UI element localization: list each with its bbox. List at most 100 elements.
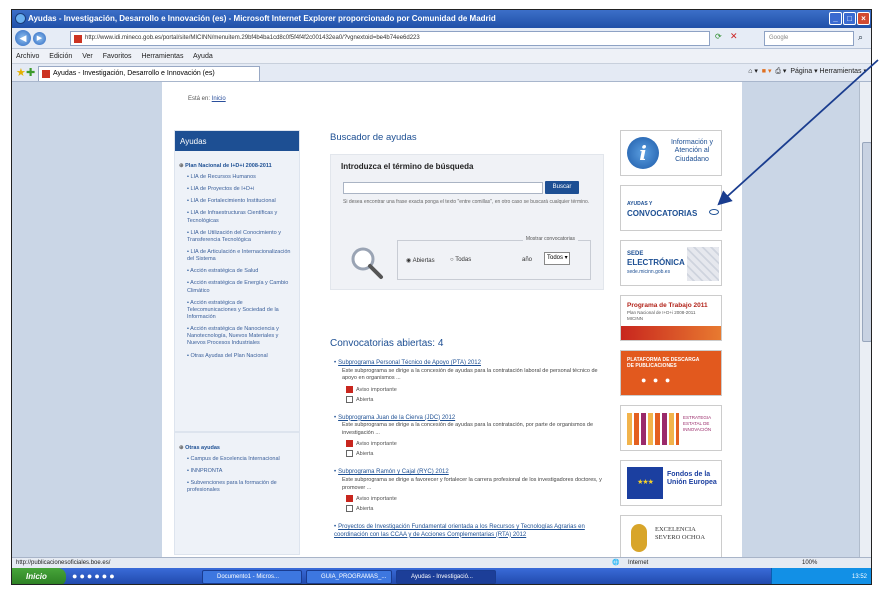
- banner-excelencia-text: EXCELENCIA SEVERO OCHOA: [655, 526, 706, 542]
- year-select[interactable]: Todos ▾: [544, 252, 570, 265]
- notice-icon: [346, 385, 353, 393]
- call-link[interactable]: Subprograma Personal Técnico de Apoyo (P…: [334, 360, 604, 368]
- menu-ayuda[interactable]: Ayuda: [193, 53, 213, 60]
- breadcrumb-home-link[interactable]: Inicio: [212, 96, 226, 102]
- call-link[interactable]: Subprograma Ramón y Cajal (RYC) 2012: [334, 469, 604, 477]
- tab-label: Ayudas - Investigación, Desarrollo e Inn…: [53, 70, 215, 77]
- banner-estrategia[interactable]: ESTRATEGIA ESTATAL DE INNOVACIÓN: [620, 405, 722, 451]
- start-button[interactable]: Inicio: [12, 568, 66, 584]
- menu-archivo[interactable]: Archivo: [16, 53, 39, 60]
- emblem-icon: [631, 524, 647, 552]
- menu-ver[interactable]: Ver: [82, 53, 93, 60]
- sidebar-item[interactable]: Acción estratégica de Telecomunicaciones…: [187, 300, 293, 321]
- tab-favicon-icon: [42, 70, 50, 78]
- right-banners: i Información y Atención al Ciudadano AY…: [620, 130, 734, 570]
- calls-list: Subprograma Personal Técnico de Apoyo (P…: [334, 360, 604, 552]
- banner-plataforma[interactable]: PLATAFORMA DE DESCARGA DE PUBLICACIONES …: [620, 350, 722, 396]
- menu-favoritos[interactable]: Favoritos: [103, 53, 132, 60]
- vertical-scrollbar[interactable]: [859, 82, 871, 557]
- favorites-bar: ★ ✚ Ayudas - Investigación, Desarrollo e…: [12, 64, 871, 82]
- magnifier-icon: [351, 247, 383, 279]
- breadcrumb: Está en: Inicio: [188, 96, 226, 102]
- ie-logo-icon: [15, 13, 26, 24]
- task-button[interactable]: Documento1 - Micros...: [202, 570, 302, 584]
- filter-fieldset: Mostrar convocatorias ◉ Abiertas ○ Todas…: [397, 236, 591, 280]
- call-notice-label: Aviso importante: [356, 386, 397, 393]
- sidebar-item[interactable]: Acción estratégica de Salud: [187, 268, 293, 275]
- sidebar-section-plan[interactable]: Plan Nacional de I+D+i 2008-2011: [179, 163, 293, 169]
- search-icon[interactable]: ⌕: [858, 32, 863, 43]
- screenshot-frame: Ayudas - Investigación, Desarrollo e Inn…: [11, 9, 872, 585]
- add-favorite-icon[interactable]: ✚: [26, 66, 35, 79]
- quick-launch-icon[interactable]: ●: [94, 571, 101, 581]
- banner-fondos[interactable]: ★★★ Fondos de la Unión Europea: [620, 460, 722, 506]
- search-section-title: Buscador de ayudas: [330, 132, 417, 143]
- banner-sede[interactable]: SEDE ELECTRÓNICA sede.micinn.gob.es: [620, 240, 722, 286]
- search-prompt: Introduzca el término de búsqueda: [341, 162, 474, 171]
- url-input[interactable]: http://www.idi.mineco.gob.es/portal/site…: [70, 31, 710, 46]
- address-bar: ◀ ▶ http://www.idi.mineco.gob.es/portal/…: [12, 28, 871, 49]
- call-notice[interactable]: Aviso importante: [346, 385, 604, 393]
- banner-ayudas[interactable]: AYUDAS Y CONVOCATORIAS: [620, 185, 722, 231]
- call-notice[interactable]: Aviso importante: [346, 494, 604, 502]
- call-link[interactable]: Proyectos de Investigación Fundamental o…: [334, 524, 604, 540]
- favorites-star-icon[interactable]: ★: [16, 66, 26, 79]
- tools-menu[interactable]: Página ▾ Herramientas ▾: [790, 68, 867, 75]
- call-item: Subprograma Juan de la Cierva (JDC) 2012…: [334, 415, 604, 458]
- radio-all[interactable]: ○ Todas: [450, 257, 471, 263]
- call-link[interactable]: Subprograma Juan de la Cierva (JDC) 2012: [334, 415, 604, 423]
- search-button[interactable]: Buscar: [545, 181, 579, 194]
- radio-open[interactable]: ◉ Abiertas: [406, 257, 435, 264]
- call-notice-label: Aviso importante: [356, 495, 397, 502]
- call-notice[interactable]: Aviso importante: [346, 440, 604, 448]
- quick-launch-icon[interactable]: ●: [79, 571, 86, 581]
- sidebar-item[interactable]: Acción estratégica de Energía y Cambio C…: [187, 280, 293, 294]
- search-input[interactable]: Google: [764, 31, 854, 46]
- sidebar-item[interactable]: LIA de Proyectos de I+D+i: [187, 186, 293, 193]
- call-status-label: Abierta: [356, 505, 374, 512]
- forward-icon[interactable]: ▶: [33, 32, 46, 45]
- call-status-label: Abierta: [356, 451, 374, 458]
- banner-info-text: Información y Atención al Ciudadano: [670, 139, 714, 163]
- print-icon[interactable]: ⎙ ▾: [775, 68, 786, 75]
- sidebar-section-other[interactable]: Otras ayudas: [179, 445, 293, 451]
- back-icon[interactable]: ◀: [15, 30, 31, 46]
- banner-info[interactable]: i Información y Atención al Ciudadano: [620, 130, 722, 176]
- info-icon: i: [627, 137, 659, 169]
- menu-herramientas[interactable]: Herramientas: [141, 53, 183, 60]
- sidebar-item[interactable]: Campus de Excelencia Internacional: [187, 456, 293, 463]
- banner-excelencia[interactable]: EXCELENCIA SEVERO OCHOA: [620, 515, 722, 561]
- minimize-button[interactable]: _: [829, 12, 842, 25]
- sidebar-item[interactable]: Otras Ayudas del Plan Nacional: [187, 353, 293, 360]
- sidebar-item[interactable]: INNPRONTA: [187, 468, 293, 475]
- sidebar-item[interactable]: LIA de Utilización del Conocimiento y Tr…: [187, 230, 293, 244]
- scrollbar-thumb[interactable]: [862, 142, 871, 342]
- stop-icon[interactable]: ✕: [730, 31, 738, 42]
- call-status-label: Abierta: [356, 396, 374, 403]
- maximize-button[interactable]: □: [843, 12, 856, 25]
- dots-icon: ● ● ●: [641, 375, 673, 385]
- banner-programa-sub2: MICINN: [627, 316, 643, 321]
- site-favicon-icon: [74, 35, 82, 43]
- task-button[interactable]: GUIA_PROGRAMAS_...: [306, 570, 392, 584]
- stripes-logo-icon: [627, 413, 679, 445]
- sidebar-item[interactable]: Acción estratégica de Nanociencia y Nano…: [187, 326, 293, 347]
- call-item: Subprograma Ramón y Cajal (RYC) 2012 Est…: [334, 469, 604, 512]
- sidebar-item[interactable]: LIA de Infraestructuras Científicas y Te…: [187, 210, 293, 224]
- search-hint: Si desea encontrar una frase exacta pong…: [343, 199, 590, 205]
- banner-programa[interactable]: Programa de Trabajo 2011 Plan Nacional d…: [620, 295, 722, 341]
- quick-launch-icon[interactable]: ●: [109, 571, 116, 581]
- task-button-active[interactable]: Ayudas - Investigació...: [396, 570, 496, 584]
- refresh-icon[interactable]: ⟳: [715, 32, 722, 41]
- sidebar-item[interactable]: Subvenciones para la formación de profes…: [187, 480, 293, 494]
- menu-edicion[interactable]: Edición: [49, 53, 72, 60]
- sidebar-item[interactable]: LIA de Recursos Humanos: [187, 174, 293, 181]
- home-icon[interactable]: ⌂ ▾: [748, 68, 758, 75]
- sidebar-item[interactable]: LIA de Articulación e Internacionalizaci…: [187, 249, 293, 263]
- search-term-input[interactable]: [343, 182, 543, 194]
- sidebar-item[interactable]: LIA de Fortalecimiento Institucional: [187, 198, 293, 205]
- close-button[interactable]: ×: [857, 12, 870, 25]
- browser-tab[interactable]: Ayudas - Investigación, Desarrollo e Inn…: [38, 66, 260, 81]
- page-body: Está en: Inicio Ayudas Plan Nacional de …: [162, 82, 742, 561]
- feeds-icon[interactable]: ■ ▾: [762, 68, 772, 75]
